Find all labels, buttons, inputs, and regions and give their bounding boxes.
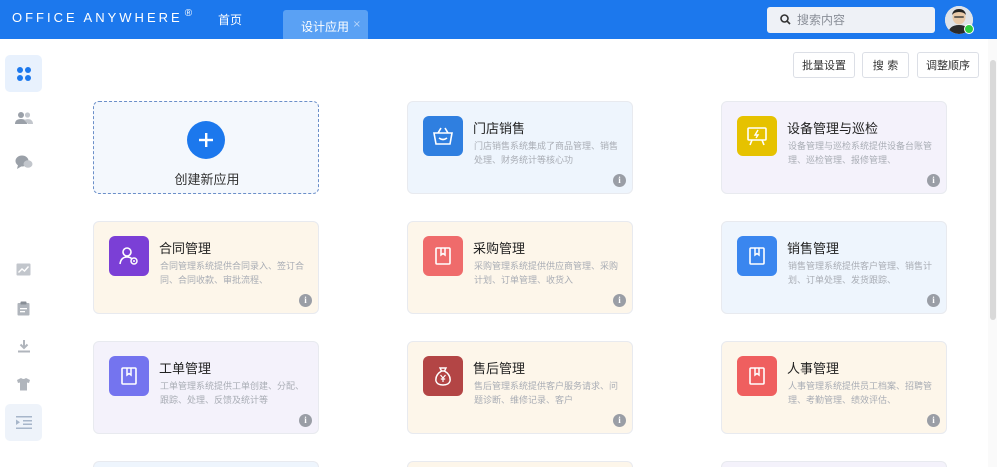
chat-bubbles-icon <box>15 155 32 169</box>
app-card-partial[interactable] <box>407 461 633 467</box>
search-input[interactable] <box>797 10 927 30</box>
app-description: 人事管理系统提供员工档案、招聘管理、考勤管理、绩效评估、 <box>788 382 933 406</box>
app-description: 设备管理与巡检系统提供设备台账管理、巡检管理、报修管理、 <box>788 142 933 166</box>
app-card-work-orders[interactable]: 工单管理 工单管理系统提供工单创建、分配、跟踪、处理、反馈及统计等 i <box>93 341 319 434</box>
info-icon[interactable]: i <box>613 414 626 427</box>
bookmark-icon <box>423 236 463 276</box>
app-title: 合同管理 <box>159 242 212 257</box>
app-card-partial[interactable] <box>721 461 947 467</box>
info-icon[interactable]: i <box>613 294 626 307</box>
app-title: 售后管理 <box>473 362 526 377</box>
app-title: 销售管理 <box>787 242 840 257</box>
apps-grid-icon <box>16 66 31 81</box>
left-sidebar <box>0 39 48 467</box>
user-settings-icon <box>109 236 149 276</box>
sidebar-item-tasks[interactable] <box>5 290 42 327</box>
app-description: 合同管理系统提供合同录入、签订合同、合同收款、审批流程、 <box>160 262 305 286</box>
app-title: 人事管理 <box>787 362 840 377</box>
sidebar-item-apps[interactable] <box>5 55 42 92</box>
download-icon <box>17 339 30 352</box>
sidebar-item-apparel[interactable] <box>5 365 42 402</box>
batch-settings-button[interactable]: 批量设置 <box>793 52 855 78</box>
sidebar-item-list[interactable] <box>5 404 42 441</box>
sidebar-item-stats[interactable] <box>5 251 42 288</box>
app-description: 销售管理系统提供客户管理、销售计划、订单处理、发货跟踪、 <box>788 262 933 286</box>
app-card-equipment[interactable]: 设备管理与巡检 设备管理与巡检系统提供设备台账管理、巡检管理、报修管理、 i <box>721 101 947 194</box>
app-card-purchasing[interactable]: 采购管理 采购管理系统提供供应商管理、采购计划、订单管理、收货入 i <box>407 221 633 314</box>
search-icon <box>780 14 791 25</box>
sidebar-item-download[interactable] <box>5 327 42 364</box>
sidebar-item-chat[interactable] <box>5 143 42 180</box>
line-chart-icon <box>16 263 31 276</box>
app-title: 采购管理 <box>473 242 526 257</box>
info-icon[interactable]: i <box>613 174 626 187</box>
registered-mark: ® <box>184 8 193 19</box>
tshirt-icon <box>17 377 30 390</box>
app-card-hr[interactable]: 人事管理 人事管理系统提供员工档案、招聘管理、考勤管理、绩效评估、 i <box>721 341 947 434</box>
nav-home-link[interactable]: 首页 <box>218 11 242 28</box>
bookmark-icon <box>737 356 777 396</box>
plus-icon <box>187 121 225 159</box>
app-card-contracts[interactable]: 合同管理 合同管理系统提供合同录入、签订合同、合同收款、审批流程、 i <box>93 221 319 314</box>
app-description: 门店销售系统集成了商品管理、销售处理、财务统计等核心功 <box>474 142 619 166</box>
search-box <box>767 7 935 33</box>
info-icon[interactable]: i <box>927 414 940 427</box>
brand-logo[interactable]: Office Anywhere ® <box>12 8 193 25</box>
clipboard-icon <box>17 301 30 316</box>
search-button[interactable]: 搜 索 <box>862 52 909 78</box>
bookmark-icon <box>737 236 777 276</box>
app-description: 工单管理系统提供工单创建、分配、跟踪、处理、反馈及统计等 <box>160 382 305 406</box>
app-description: 售后管理系统提供客户服务请求、问题诊断、维修记录、客户 <box>474 382 619 406</box>
reorder-button[interactable]: 调整顺序 <box>917 52 979 78</box>
sidebar-item-users[interactable] <box>5 99 42 136</box>
info-icon[interactable]: i <box>927 294 940 307</box>
app-card-sales[interactable]: 销售管理 销售管理系统提供客户管理、销售计划、订单处理、发货跟踪、 i <box>721 221 947 314</box>
shopping-basket-icon <box>423 116 463 156</box>
indent-list-icon <box>15 416 32 429</box>
app-title: 工单管理 <box>159 362 212 377</box>
bookmark-icon <box>109 356 149 396</box>
create-new-app-card[interactable]: 创建新应用 <box>93 101 319 194</box>
online-status-dot <box>964 24 974 34</box>
brand-text: Office Anywhere <box>12 10 183 25</box>
info-icon[interactable]: i <box>927 174 940 187</box>
app-card-partial[interactable] <box>93 461 319 467</box>
scrollbar-thumb[interactable] <box>990 60 996 320</box>
app-title: 门店销售 <box>473 122 526 137</box>
create-new-app-label: 创建新应用 <box>174 173 240 188</box>
app-card-store-sales[interactable]: 门店销售 门店销售系统集成了商品管理、销售处理、财务统计等核心功 i <box>407 101 633 194</box>
app-description: 采购管理系统提供供应商管理、采购计划、订单管理、收货入 <box>474 262 619 286</box>
app-title: 设备管理与巡检 <box>787 122 879 137</box>
info-icon[interactable]: i <box>299 294 312 307</box>
tab-design-apps[interactable]: 设计应用 × <box>283 10 368 39</box>
tab-label: 设计应用 <box>301 20 350 34</box>
money-bag-icon <box>423 356 463 396</box>
app-card-after-sales[interactable]: 售后管理 售后管理系统提供客户服务请求、问题诊断、维修记录、客户 i <box>407 341 633 434</box>
info-icon[interactable]: i <box>299 414 312 427</box>
tab-close-icon[interactable]: × <box>353 19 361 30</box>
users-icon <box>14 111 33 124</box>
presentation-board-icon <box>737 116 777 156</box>
top-navigation-bar: Office Anywhere ® 首页 设计应用 × <box>0 0 997 39</box>
